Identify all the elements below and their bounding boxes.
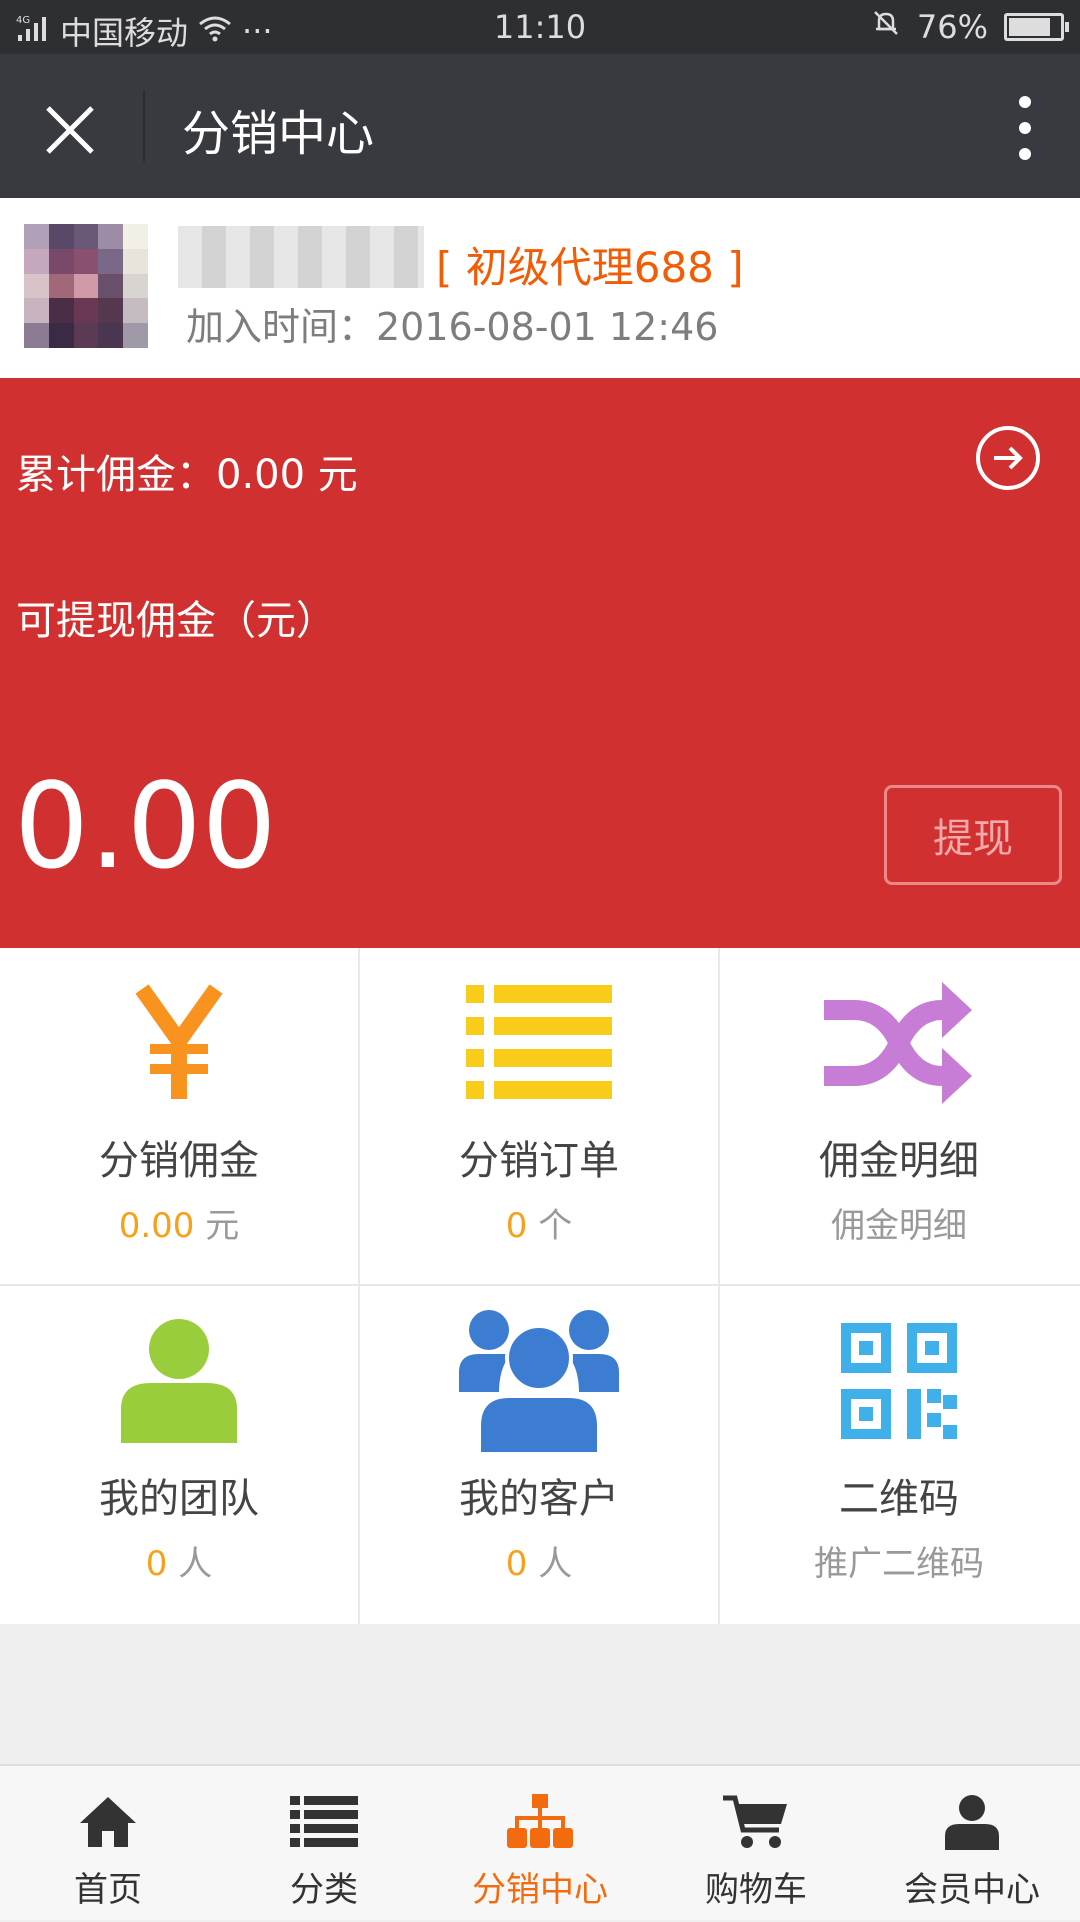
grid-item-subtitle: 佣金明细 bbox=[831, 1206, 967, 1246]
cumulative-commission: 累计佣金：0.00 元 bbox=[16, 452, 358, 498]
status-bar: 4G 中国移动 ··· 11:10 76% bbox=[0, 0, 1080, 54]
grid-item-title: 二维码 bbox=[839, 1476, 959, 1522]
username-blurred bbox=[178, 226, 424, 288]
nav-item-member[interactable]: 会员中心 bbox=[864, 1766, 1080, 1922]
battery-percent: 76% bbox=[916, 8, 988, 46]
commission-panel: 累计佣金：0.00 元 可提现佣金（元） 0.00 提现 bbox=[0, 378, 1080, 948]
nav-label: 会员中心 bbox=[904, 1870, 1040, 1910]
grid-item-title: 我的客户 bbox=[459, 1476, 619, 1522]
title-divider bbox=[143, 90, 145, 162]
withdrawable-label: 可提现佣金（元） bbox=[16, 598, 336, 644]
list-icon bbox=[216, 1790, 432, 1854]
bell-muted-icon bbox=[871, 8, 901, 46]
grid-item-distribution-commission[interactable]: 分销佣金 0.00 元 bbox=[0, 948, 358, 1284]
sitemap-icon bbox=[432, 1790, 648, 1854]
close-icon[interactable] bbox=[42, 102, 98, 158]
battery-icon bbox=[1004, 13, 1069, 41]
more-vertical-icon[interactable] bbox=[1010, 96, 1040, 160]
profile-card: [ 初级代理688 ] 加入时间：2016-08-01 12:46 bbox=[0, 198, 1080, 378]
join-time: 加入时间：2016-08-01 12:46 bbox=[186, 305, 719, 349]
grid-item-title: 佣金明细 bbox=[819, 1138, 979, 1184]
grid-item-title: 分销订单 bbox=[459, 1138, 619, 1184]
nav-item-cart[interactable]: 购物车 bbox=[648, 1766, 864, 1922]
title-bar: 分销中心 bbox=[0, 54, 1080, 198]
grid-item-distribution-orders[interactable]: 分销订单 0 个 bbox=[360, 948, 718, 1284]
nav-item-distribution[interactable]: 分销中心 bbox=[432, 1766, 648, 1922]
grid-item-my-customers[interactable]: 我的客户 0 人 bbox=[360, 1286, 718, 1622]
home-icon bbox=[0, 1790, 216, 1854]
shuffle-icon bbox=[720, 978, 1078, 1108]
grid-item-my-team[interactable]: 我的团队 0 人 bbox=[0, 1286, 358, 1622]
status-right: 76% bbox=[871, 8, 1069, 46]
grid-item-value: 0 人 bbox=[505, 1544, 573, 1584]
grid-item-title: 我的团队 bbox=[99, 1476, 259, 1522]
feature-grid: 分销佣金 0.00 元 分销订单 0 个 佣金明细 佣金明细 我的团队 0 人 … bbox=[0, 948, 1080, 1624]
nav-label: 购物车 bbox=[705, 1870, 807, 1910]
grid-item-subtitle: 推广二维码 bbox=[814, 1544, 984, 1584]
withdrawable-amount: 0.00 bbox=[14, 757, 277, 895]
list-icon bbox=[360, 978, 718, 1108]
arrow-right-circle-icon[interactable] bbox=[976, 426, 1040, 490]
avatar[interactable] bbox=[24, 224, 148, 348]
users-icon bbox=[360, 1310, 718, 1454]
grid-item-title: 分销佣金 bbox=[99, 1138, 259, 1184]
qrcode-icon bbox=[720, 1316, 1078, 1446]
agent-level: [ 初级代理688 ] bbox=[436, 243, 744, 292]
nav-label: 分销中心 bbox=[472, 1870, 608, 1910]
grid-item-qr-code[interactable]: 二维码 推广二维码 bbox=[720, 1286, 1078, 1622]
battery-fill bbox=[1009, 18, 1051, 36]
grid-item-commission-details[interactable]: 佣金明细 佣金明细 bbox=[720, 948, 1078, 1284]
nav-item-category[interactable]: 分类 bbox=[216, 1766, 432, 1922]
bottom-nav: 首页 分类 分销中心 购物车 会员中心 bbox=[0, 1764, 1080, 1920]
page-title: 分销中心 bbox=[182, 106, 375, 162]
nav-item-home[interactable]: 首页 bbox=[0, 1766, 216, 1922]
user-icon bbox=[864, 1790, 1080, 1854]
nav-label: 分类 bbox=[290, 1870, 358, 1910]
user-icon bbox=[0, 1316, 358, 1446]
grid-item-value: 0 个 bbox=[505, 1206, 573, 1246]
yen-icon bbox=[0, 978, 358, 1108]
withdraw-button[interactable]: 提现 bbox=[884, 785, 1062, 885]
cart-icon bbox=[648, 1790, 864, 1854]
grid-item-value: 0 人 bbox=[145, 1544, 213, 1584]
grid-item-value: 0.00 元 bbox=[118, 1206, 240, 1246]
nav-label: 首页 bbox=[74, 1870, 142, 1910]
